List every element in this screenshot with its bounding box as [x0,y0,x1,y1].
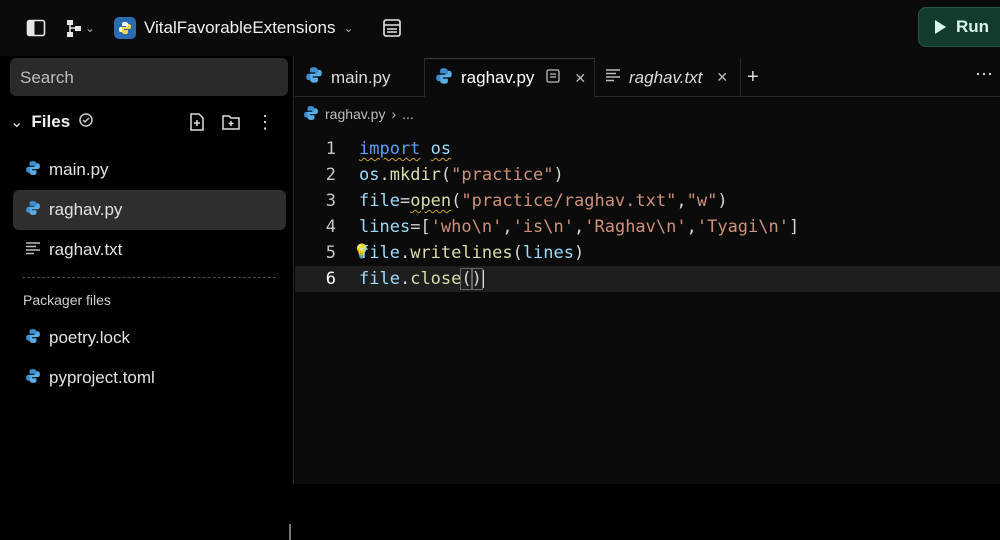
files-title: Files [31,112,71,131]
python-file-icon [25,368,41,389]
python-file-icon [305,66,323,89]
text-file-icon [25,240,41,261]
sync-check-icon [78,112,94,133]
code-line-current[interactable]: 6 file.close() [295,266,1000,292]
file-name: poetry.lock [49,328,130,347]
line-number: 6 [325,269,336,289]
text-cursor [481,270,484,288]
tab-raghav-py[interactable]: raghav.py ✕ [425,58,595,97]
text-file-icon [605,67,621,88]
file-name: raghav.txt [49,240,123,259]
more-options-icon[interactable]: ⋮ [253,110,277,134]
chevron-down-icon: ⌄ [343,21,354,35]
sidebar-toggle-icon[interactable] [24,16,48,40]
code-text: file.writelines(lines) [359,243,585,263]
editor-pane: main.py raghav.py ✕ raghav.txt ✕ + ⋯ rag… [295,56,1000,484]
breadcrumb-symbols[interactable]: ... [402,106,414,122]
python-file-icon [25,200,41,221]
console-icon[interactable] [380,16,404,40]
line-number: 5 [325,243,336,263]
sidebar-resize-handle[interactable] [289,524,291,540]
files-header[interactable]: ⌄ Files ⋮ [10,108,290,136]
play-icon [935,20,946,34]
python-file-icon [25,160,41,181]
top-bar: ⌄ VitalFavorableExtensions ⌄ Run [0,0,1000,56]
file-item-pyproject-toml[interactable]: pyproject.toml [13,358,286,398]
python-logo-icon [114,17,136,39]
file-name: raghav.py [49,200,123,219]
run-label: Run [956,17,990,36]
tab-raghav-txt[interactable]: raghav.txt ✕ [595,58,741,97]
tab-main-py[interactable]: main.py [295,58,425,97]
packager-files-label: Packager files [23,292,111,308]
file-name: main.py [49,160,109,179]
python-file-icon [435,67,453,90]
code-area[interactable]: 1 import os 2 os.mkdir("practice") 3 fil… [295,136,1000,292]
search-input[interactable]: Search [10,58,288,96]
code-text: file.close() [359,268,484,290]
split-view-icon[interactable] [546,68,561,88]
file-item-raghav-py[interactable]: raghav.py [13,190,286,230]
line-number: 3 [325,191,336,211]
code-line[interactable]: 1 import os [295,136,1000,162]
file-name: pyproject.toml [49,368,155,387]
more-options-icon[interactable]: ⋯ [975,64,994,85]
tab-label: raghav.py [461,68,535,87]
code-line[interactable]: 2 os.mkdir("practice") [295,162,1000,188]
project-selector[interactable]: VitalFavorableExtensions ⌄ [114,14,354,42]
project-name: VitalFavorableExtensions [144,18,336,37]
breadcrumb: raghav.py › ... [303,104,414,124]
chevron-down-icon: ⌄ [84,21,96,35]
code-line[interactable]: 3 file=open("practice/raghav.txt","w") [295,188,1000,214]
code-text: os.mkdir("practice") [359,165,564,185]
close-tab-icon[interactable]: ✕ [716,69,728,86]
code-line[interactable]: 5 💡 file.writelines(lines) [295,240,1000,266]
file-item-main-py[interactable]: main.py [13,150,286,190]
section-divider [22,277,276,278]
python-file-icon [25,328,41,349]
code-text: lines=['who\n','is\n','Raghav\n','Tyagi\… [359,217,800,237]
file-item-poetry-lock[interactable]: poetry.lock [13,318,286,358]
new-tab-icon[interactable]: + [747,66,759,89]
file-sidebar: Search ⌄ Files ⋮ main.py raghav.py ragha… [0,56,294,540]
line-number: 1 [325,139,336,159]
code-text: import os [359,139,452,159]
line-number: 2 [325,165,336,185]
workspace-switcher-icon[interactable]: ⌄ [62,16,98,40]
tab-label: raghav.txt [629,67,703,87]
chevron-down-icon[interactable]: ⌄ [10,112,23,132]
close-tab-icon[interactable]: ✕ [574,70,586,87]
breadcrumb-file[interactable]: raghav.py [325,106,385,122]
file-item-raghav-txt[interactable]: raghav.txt [13,230,286,270]
tab-label: main.py [331,67,391,87]
line-number: 4 [325,217,336,237]
code-line[interactable]: 4 lines=['who\n','is\n','Raghav\n','Tyag… [295,214,1000,240]
code-text: file=open("practice/raghav.txt","w") [359,191,728,211]
python-file-icon [303,105,319,124]
editor-tabs: main.py raghav.py ✕ raghav.txt ✕ + ⋯ [295,56,1000,97]
new-folder-icon[interactable] [219,110,243,134]
new-file-icon[interactable] [185,110,209,134]
run-button[interactable]: Run [918,7,1000,47]
breadcrumb-separator: › [391,106,397,122]
